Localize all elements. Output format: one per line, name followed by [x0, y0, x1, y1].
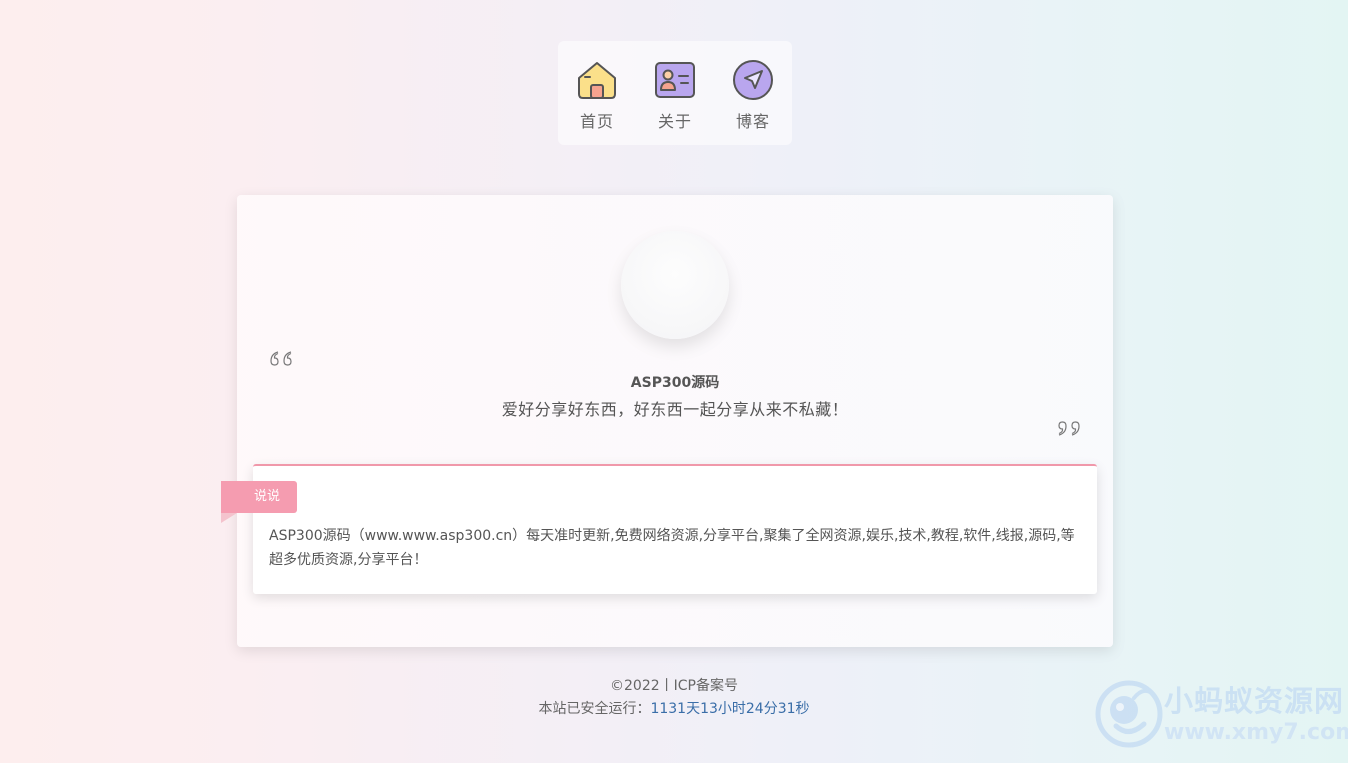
id-card-icon — [655, 62, 695, 98]
nav-item-about[interactable]: 关于 — [649, 58, 701, 145]
home-icon — [578, 62, 616, 99]
nav-label-about: 关于 — [657, 112, 692, 131]
close-quote-icon — [1056, 419, 1082, 439]
avatar[interactable] — [621, 231, 729, 339]
runtime-value: 1131天13小时24分31秒 — [650, 701, 810, 717]
top-nav: 首页 关于 博客 — [558, 41, 792, 145]
nav-item-home[interactable]: 首页 — [571, 58, 623, 145]
nav-label-blog: 博客 — [735, 112, 770, 131]
watermark-title: 小蚂蚁资源网 — [1164, 684, 1345, 718]
talk-box: 说说 ASP300源码（www.www.asp300.cn）每天准时更新,免费网… — [221, 464, 1097, 594]
profile-card: ASP300源码 爱好分享好东西，好东西一起分享从来不私藏！ 说说 ASP300… — [221, 195, 1113, 647]
site-name: ASP300源码 — [630, 375, 720, 391]
nav-item-blog[interactable]: 博客 — [727, 58, 779, 145]
talk-text: ASP300源码（www.www.asp300.cn）每天准时更新,免费网络资源… — [269, 528, 1075, 568]
navigate-icon — [733, 60, 773, 100]
open-quote-icon — [268, 348, 294, 368]
watermark-url: www.xmy7.com — [1164, 720, 1348, 745]
talk-tag: 说说 — [221, 481, 297, 513]
ant-logo-icon — [1094, 678, 1164, 748]
copyright-text[interactable]: ©2022丨ICP备案号 — [610, 678, 738, 694]
site-motto: 爱好分享好东西，好东西一起分享从来不私藏！ — [501, 400, 849, 419]
runtime-label: 本站已安全运行： — [538, 701, 651, 717]
watermark: 小蚂蚁资源网 www.xmy7.com — [1094, 676, 1348, 748]
nav-label-home: 首页 — [579, 112, 614, 131]
